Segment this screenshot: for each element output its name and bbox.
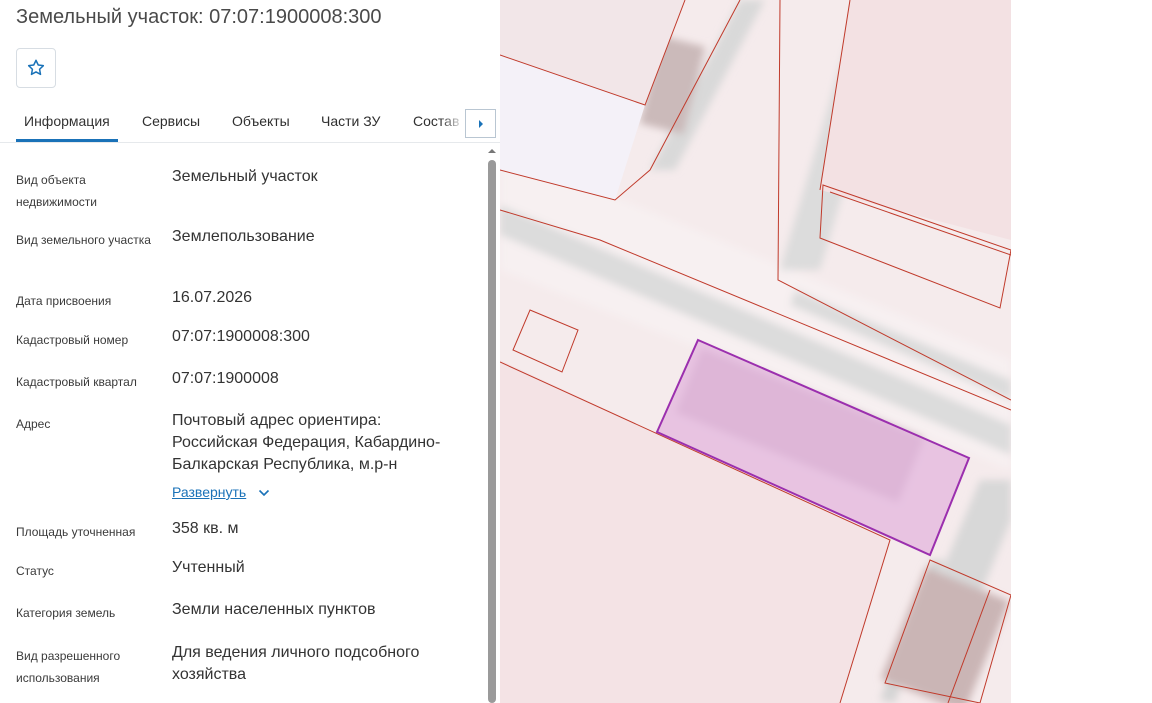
info-value: Земли населенных пунктов [172,601,376,618]
info-label: Категория земель [16,606,116,620]
map-view[interactable] [500,0,1011,703]
chevron-down-icon[interactable] [258,489,270,497]
info-label: Кадастровый квартал [16,375,137,389]
active-tab-indicator [16,139,118,142]
info-label: Вид разрешенного использования [16,649,121,685]
favorite-button[interactable] [16,48,56,88]
info-label: Вид объекта недвижимости [16,173,97,209]
info-label: Адрес [16,417,51,431]
scrollbar[interactable] [487,160,497,703]
chevron-right-icon [478,119,483,128]
tab-info[interactable]: Информация [24,113,110,129]
tab-objects[interactable]: Объекты [232,113,290,129]
info-value: Для ведения личного подсобного хозяйства [172,644,420,683]
info-list: Вид объекта недвижимости Земельный участ… [0,144,486,703]
tabs-next-button[interactable] [465,109,496,138]
scroll-up-arrow-icon[interactable] [487,146,497,156]
info-value: Почтовый адрес ориентира: Российская Фед… [172,412,441,473]
expand-link[interactable]: Развернуть [172,484,246,500]
info-label: Дата присвоения [16,294,112,308]
info-value: 358 кв. м [172,520,239,537]
tab-bar: Информация Сервисы Объекты Части ЗУ Сост… [0,100,500,143]
info-label: Статус [16,564,54,578]
info-value: 07:07:1900008:300 [172,328,310,345]
info-label: Площадь уточненная [16,525,136,539]
page-title: Земельный участок: 07:07:1900008:300 [16,6,382,28]
info-label: Вид земельного участка [16,233,151,247]
info-value: Земельный участок [172,168,318,185]
tab-parts[interactable]: Части ЗУ [321,113,380,129]
info-value: 16.07.2026 [172,289,253,306]
info-value: 07:07:1900008 [172,370,279,387]
info-value: Учтенный [172,559,245,576]
info-label: Кадастровый номер [16,333,129,347]
star-outline-icon [27,59,45,76]
scrollbar-thumb[interactable] [488,160,496,703]
tab-services[interactable]: Сервисы [142,113,200,129]
info-panel: Земельный участок: 07:07:1900008:300 Инф… [0,0,500,703]
info-value: Землепользование [172,228,315,245]
